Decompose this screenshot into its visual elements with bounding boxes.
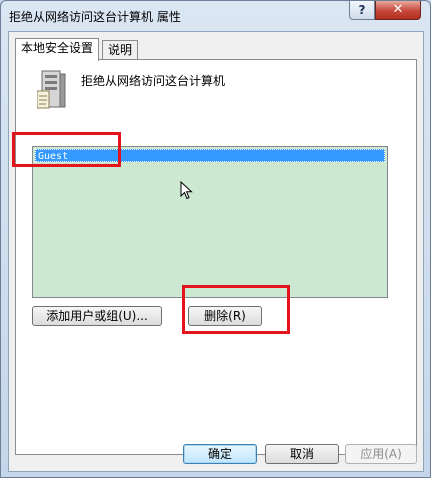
help-button[interactable]: ? [349,1,375,20]
ok-button[interactable]: 确定 [183,444,257,464]
window-title: 拒绝从网络访问这台计算机 属性 [9,10,181,24]
help-icon: ? [358,3,366,17]
cancel-button[interactable]: 取消 [265,444,339,464]
server-icon [37,70,66,109]
mouse-cursor-icon [180,181,193,200]
tab-panel: 拒绝从网络访问这台计算机 Guest 添加用户或组(U)... 删除(R) [15,59,417,455]
close-icon: ✕ [392,2,404,17]
tab-local-security-setting[interactable]: 本地安全设置 [15,38,100,61]
highlight-box-remove [182,285,290,334]
close-button[interactable]: ✕ [375,1,421,20]
highlight-box-guest [12,132,121,167]
apply-button[interactable]: 应用(A) [345,444,417,464]
title-bar[interactable]: 拒绝从网络访问这台计算机 属性 ? ✕ [1,1,430,31]
tab-explain[interactable]: 说明 [102,40,139,61]
dialog-client-area: 本地安全设置 说明 拒绝从网络访问这台计算机 Guest 添加用户或组(U)..… [8,31,424,472]
user-group-list[interactable]: Guest [32,146,388,298]
add-user-or-group-button[interactable]: 添加用户或组(U)... [32,306,162,326]
properties-dialog: 拒绝从网络访问这台计算机 属性 ? ✕ 本地安全设置 说明 拒绝从网络访问这台计… [0,0,431,478]
policy-title: 拒绝从网络访问这台计算机 [81,74,226,88]
